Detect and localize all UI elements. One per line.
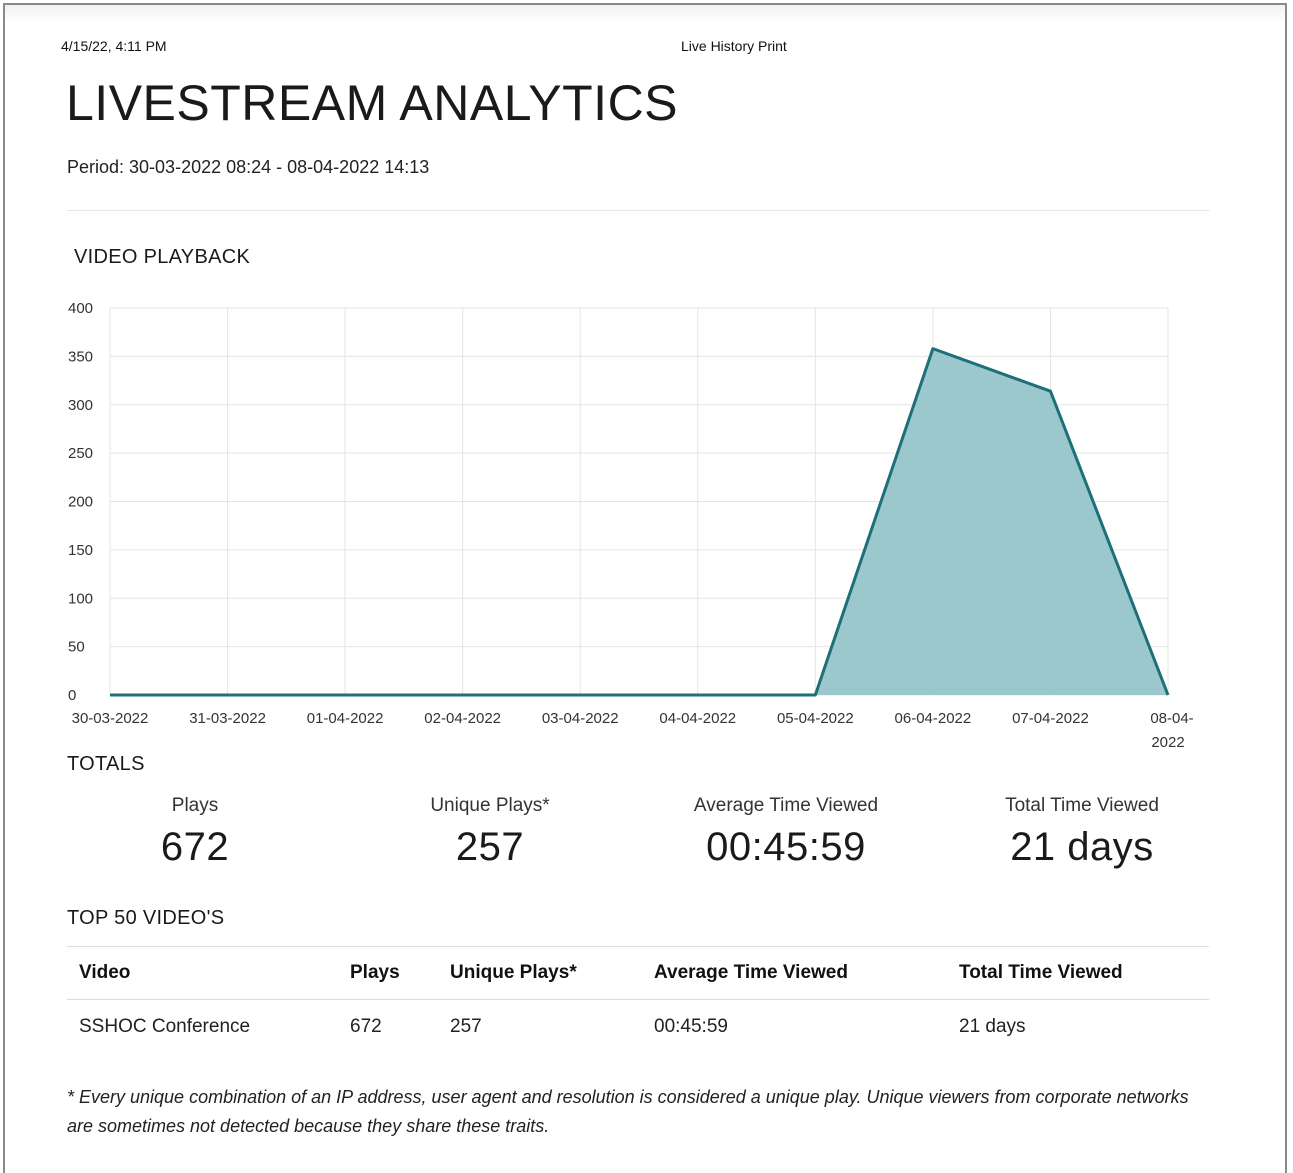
y-tick-label: 400: [68, 300, 93, 317]
y-tick-label: 250: [68, 445, 93, 462]
x-tick-label: 06-04-2022: [895, 710, 972, 727]
x-tick-label: 01-04-2022: [307, 710, 384, 727]
section-title-playback: VIDEO PLAYBACK: [74, 246, 251, 268]
column-header-plays: Plays: [338, 946, 438, 1000]
total-plays: Plays 672: [45, 795, 345, 870]
table-row: SSHOC Conference 672 257 00:45:59 21 day…: [67, 1000, 1209, 1055]
x-tick-label: 07-04-2022: [1012, 710, 1089, 727]
total-label: Plays: [171, 795, 219, 816]
column-header-average-time: Average Time Viewed: [642, 946, 947, 1000]
y-tick-label: 200: [68, 494, 93, 511]
print-header-title: Live History Print: [681, 38, 787, 54]
cell-total-time: 21 days: [959, 1016, 1026, 1037]
y-tick-label: 350: [68, 348, 93, 365]
divider: [67, 210, 1210, 211]
totals-row: Plays 672 Unique Plays* 257 Average Time…: [45, 795, 1235, 885]
total-average-time: Average Time Viewed 00:45:59: [636, 795, 936, 870]
total-unique-plays: Unique Plays* 257: [340, 795, 640, 870]
series-area: [110, 348, 1168, 695]
total-label: Unique Plays*: [430, 795, 550, 816]
y-tick-label: 50: [68, 639, 85, 656]
column-header-unique-plays: Unique Plays*: [438, 946, 642, 1000]
total-value: 21 days: [1010, 825, 1154, 869]
y-tick-label: 300: [68, 397, 93, 414]
y-tick-label: 0: [68, 687, 76, 704]
period-text: Period: 30-03-2022 08:24 - 08-04-2022 14…: [67, 157, 430, 177]
total-label: Average Time Viewed: [693, 795, 879, 816]
table-header-row: Video Plays Unique Plays* Average Time V…: [67, 946, 1209, 1000]
total-time-viewed: Total Time Viewed 21 days: [932, 795, 1232, 870]
footnote: * Every unique combination of an IP addr…: [67, 1087, 1189, 1136]
total-value: 257: [455, 825, 525, 869]
x-tick-label: 30-03-2022: [72, 710, 149, 727]
cell-unique-plays: 257: [450, 1016, 482, 1037]
cell-video: SSHOC Conference: [79, 1016, 251, 1037]
column-header-video: Video: [67, 946, 338, 1000]
print-datetime: 4/15/22, 4:11 PM: [61, 38, 167, 54]
y-tick-label: 100: [68, 590, 93, 607]
playback-chart: 0 50 100 150 200 250 300 350 400 30-03-2022 31-03-…: [68, 300, 1194, 751]
x-tick-label: 31-03-2022: [189, 710, 266, 727]
x-tick-label: 02-04-2022: [424, 710, 501, 727]
section-title-top-videos: TOP 50 VIDEO'S: [67, 907, 225, 929]
cell-average-time: 00:45:59: [654, 1016, 728, 1037]
section-title-totals: TOTALS: [67, 753, 145, 775]
x-tick-label: 04-04-2022: [659, 710, 736, 727]
y-tick-label: 150: [68, 542, 93, 559]
total-value: 672: [160, 825, 230, 869]
top-videos-table: Video Plays Unique Plays* Average Time V…: [67, 946, 1209, 1054]
page-title: LIVESTREAM ANALYTICS: [66, 75, 679, 131]
column-header-total-time: Total Time Viewed: [947, 946, 1209, 1000]
total-value: 00:45:59: [706, 825, 866, 869]
cell-plays: 672: [350, 1016, 382, 1037]
x-tick-label: 03-04-2022: [542, 710, 619, 727]
x-tick-label: 05-04-2022: [777, 710, 854, 727]
x-tick-label: 08-04-2022: [1150, 710, 1193, 751]
total-label: Total Time Viewed: [1005, 795, 1159, 816]
